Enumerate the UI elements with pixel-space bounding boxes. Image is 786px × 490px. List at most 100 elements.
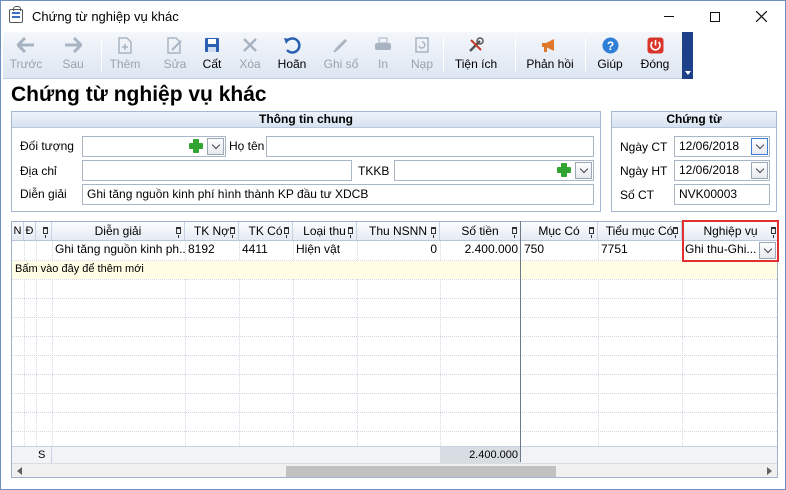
tools-icon (468, 34, 484, 56)
add-icon[interactable] (556, 162, 572, 178)
minimize-button[interactable] (646, 1, 692, 32)
toolbar-separator (515, 38, 516, 72)
horizontal-scrollbar[interactable] (12, 463, 777, 477)
cell-muc-co[interactable]: 750 (521, 241, 598, 259)
clipboard-icon (9, 6, 23, 23)
save-label: Cất (202, 57, 222, 71)
print-icon (374, 34, 392, 56)
help-button[interactable]: ? Giúp (593, 34, 627, 76)
cell-tieu-muc-co[interactable]: 7751 (598, 241, 682, 259)
next-button[interactable]: Sau (57, 34, 89, 76)
doi-tuong-dropdown-button[interactable] (207, 138, 224, 155)
pin-icon (176, 227, 181, 238)
scroll-right-icon[interactable] (767, 467, 772, 475)
column-header-tieu-muc-co[interactable]: Tiểu mục Có (598, 222, 682, 241)
close-form-label: Đóng (640, 57, 670, 71)
pin-icon (589, 227, 594, 238)
undo-button[interactable]: Hoãn (275, 34, 309, 76)
reload-icon (415, 34, 429, 56)
print-button[interactable]: In (369, 34, 397, 76)
doi-tuong-label: Đối tượng (20, 139, 74, 153)
column-header-tk-co[interactable]: TK Có (239, 222, 293, 241)
footer-total: 2.400.000 (440, 447, 521, 463)
grid-divider (12, 298, 777, 299)
title-bar: Chứng từ nghiệp vụ khác (1, 1, 785, 32)
so-ct-label: Số CT (620, 188, 655, 202)
column-header-thu-nsnn-label: Thu NSNN (368, 224, 427, 238)
toolbar: Trước Sau Thêm Sửa Cất Xóa Hoãn Ghi sổ I… (3, 32, 693, 79)
column-header-tk-no-label: TK Nợ (193, 224, 230, 238)
dien-giai-field[interactable]: Ghi tăng nguồn kinh phí hình thành KP đầ… (82, 184, 594, 205)
doi-tuong-field[interactable] (82, 136, 226, 157)
delete-button[interactable]: Xóa (235, 34, 265, 76)
column-header-tieu-muc-co-label: Tiểu mục Có (605, 224, 674, 238)
ngay-ct-dropdown-button[interactable] (751, 138, 768, 155)
previous-button[interactable]: Trước (7, 34, 45, 76)
chevron-down-icon (755, 140, 764, 150)
pin-icon (431, 227, 436, 238)
column-header-muc-co[interactable]: Mục Có (521, 222, 598, 241)
edit-button[interactable]: Sửa (159, 34, 191, 76)
grid-divider (12, 355, 777, 356)
reload-label: Nạp (410, 57, 433, 71)
pin-icon (284, 227, 289, 238)
cell-so-tien[interactable]: 2.400.000 (440, 241, 521, 259)
scrollbar-thumb[interactable] (286, 466, 556, 477)
cell-tk-co[interactable]: 4411 (239, 241, 293, 259)
dia-chi-field[interactable] (82, 160, 352, 181)
column-header-loai-thu[interactable]: Loại thu (293, 222, 357, 241)
cell-thu-nsnn[interactable]: 0 (357, 241, 440, 259)
tkkb-dropdown-button[interactable] (575, 162, 592, 179)
toolbar-separator (585, 38, 586, 72)
general-info-panel: Thông tin chung Đối tượng Họ tên Địa chỉ… (11, 111, 601, 212)
grid-divider (12, 279, 777, 280)
toolbar-separator (443, 38, 444, 72)
help-icon: ? (602, 34, 619, 56)
cell-dien-giai[interactable]: Ghi tăng nguồn kinh ph... (52, 241, 185, 259)
grid-divider (12, 431, 777, 432)
column-header-select[interactable] (36, 222, 52, 241)
close-icon (755, 11, 767, 22)
undo-label: Hoãn (277, 57, 307, 71)
pin-icon (673, 227, 678, 238)
ho-ten-field[interactable] (266, 136, 594, 157)
so-ct-field[interactable]: NVK00003 (674, 184, 770, 205)
column-header-tk-no[interactable]: TK Nợ (185, 222, 239, 241)
column-header-tk-co-label: TK Có (248, 224, 283, 238)
toolbar-overflow-button[interactable] (682, 32, 693, 79)
highlight-box (682, 220, 779, 262)
save-button[interactable]: Cất (197, 34, 227, 76)
scroll-left-icon[interactable] (17, 467, 22, 475)
cell-tk-no[interactable]: 8192 (185, 241, 239, 259)
edit-label: Sửa (163, 57, 187, 71)
pin-icon (512, 227, 517, 238)
add-new-row[interactable]: Bấm vào đây để thêm mới (12, 261, 777, 279)
feedback-button[interactable]: Phản hồi (523, 34, 577, 76)
power-icon (647, 34, 664, 56)
add-document-icon (118, 34, 132, 56)
column-header-so-tien[interactable]: Số tiền (440, 222, 521, 241)
column-header-thu-nsnn[interactable]: Thu NSNN (357, 222, 440, 241)
dia-chi-label: Địa chỉ (20, 164, 57, 178)
utilities-button[interactable]: Tiện ích (451, 34, 501, 76)
column-header-d[interactable]: Đ (24, 222, 36, 241)
reload-button[interactable]: Nạp (407, 34, 437, 76)
ngay-ht-dropdown-button[interactable] (751, 162, 768, 179)
grid-divider (12, 317, 777, 318)
arrow-left-icon (17, 34, 35, 56)
delete-icon (242, 34, 258, 56)
post-button[interactable]: Ghi sổ (321, 34, 361, 76)
ho-ten-label: Họ tên (229, 139, 265, 153)
add-icon[interactable] (188, 138, 204, 154)
frozen-column-splitter[interactable] (520, 221, 521, 462)
column-header-dien-giai[interactable]: Diễn giải (52, 222, 185, 241)
close-window-button[interactable] (738, 1, 784, 32)
grid-divider (12, 393, 777, 394)
column-header-n[interactable]: N (12, 222, 24, 241)
grid-divider (12, 374, 777, 375)
undo-icon (283, 34, 301, 56)
add-button[interactable]: Thêm (107, 34, 143, 76)
cell-loai-thu[interactable]: Hiện vật (293, 241, 357, 259)
maximize-button[interactable] (692, 1, 738, 32)
close-form-button[interactable]: Đóng (637, 34, 673, 76)
